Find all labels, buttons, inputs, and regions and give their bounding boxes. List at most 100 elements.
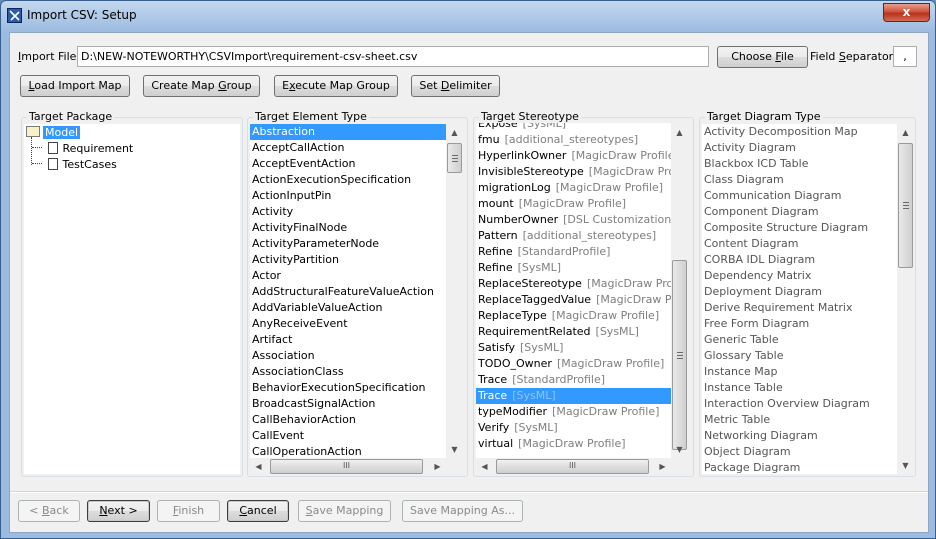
stereotype-vertical-scrollbar[interactable]: ▲ ▼	[671, 124, 688, 458]
diagram-type-vertical-scrollbar[interactable]: ▲ ▼	[897, 124, 914, 474]
create-map-group-button[interactable]: Create Map Group	[143, 75, 260, 97]
element-type-item[interactable]: Artifact	[250, 332, 446, 348]
target-stereotype-list[interactable]: Expose [SysML] fmu [additional_stereotypes]…	[476, 123, 671, 458]
cancel-button[interactable]: Cancel	[227, 500, 289, 522]
element-type-item[interactable]: Association	[250, 348, 446, 364]
save-mapping-as-button[interactable]: Save Mapping As...	[402, 500, 523, 522]
import-file-input[interactable]: D:\NEW-NOTEWORTHY\CSVImport\requirement-…	[77, 46, 709, 67]
scroll-thumb[interactable]	[898, 143, 913, 268]
element-type-item[interactable]: BroadcastSignalAction	[250, 396, 446, 412]
stereotype-item[interactable]: mount [MagicDraw Profile]	[476, 196, 671, 212]
diagram-type-item[interactable]: Object Diagram	[702, 444, 897, 460]
execute-map-group-button[interactable]: Execute Map Group	[274, 75, 398, 97]
back-button[interactable]: < Back	[18, 500, 80, 522]
stereotype-item[interactable]: RequirementRelated [SysML]	[476, 324, 671, 340]
diagram-type-item[interactable]: Networking Diagram	[702, 428, 897, 444]
stereotype-item[interactable]: fmu [additional_stereotypes]	[476, 132, 671, 148]
target-element-type-list[interactable]: Abstraction AcceptCallAction AcceptEventAc…	[250, 124, 446, 458]
element-type-item[interactable]: ActionInputPin	[250, 188, 446, 204]
finish-button[interactable]: Finish	[157, 500, 220, 522]
scroll-up-icon[interactable]: ▲	[671, 124, 688, 141]
stereotype-item[interactable]: Trace [StandardProfile]	[476, 372, 671, 388]
diagram-type-item[interactable]: Metric Table	[702, 412, 897, 428]
stereotype-item[interactable]: Trace [SysML]	[476, 388, 671, 404]
diagram-type-item[interactable]: Composite Structure Diagram	[702, 220, 897, 236]
stereotype-item[interactable]: ReplaceTaggedValue [MagicDraw Profile]	[476, 292, 671, 308]
stereotype-item[interactable]: Expose [SysML]	[476, 123, 671, 132]
diagram-type-item[interactable]: Glossary Table	[702, 348, 897, 364]
stereotype-item[interactable]: HyperlinkOwner [MagicDraw Profile]	[476, 148, 671, 164]
scroll-thumb[interactable]	[672, 260, 687, 450]
element-type-horizontal-scrollbar[interactable]: ◀ III ▶	[250, 458, 446, 475]
stereotype-item[interactable]: InvisibleStereotype [MagicDraw Profile]	[476, 164, 671, 180]
next-button[interactable]: Next >	[87, 500, 150, 522]
element-type-item[interactable]: Actor	[250, 268, 446, 284]
element-type-item[interactable]: Activity	[250, 204, 446, 220]
scroll-left-icon[interactable]: ◀	[476, 458, 493, 475]
element-type-item[interactable]: CallEvent	[250, 428, 446, 444]
element-type-item[interactable]: BehaviorExecutionSpecification	[250, 380, 446, 396]
element-type-item[interactable]: AnyReceiveEvent	[250, 316, 446, 332]
diagram-type-item[interactable]: Instance Map	[702, 364, 897, 380]
element-type-vertical-scrollbar[interactable]: ▲ ▼	[446, 124, 463, 458]
stereotype-item[interactable]: migrationLog [MagicDraw Profile]	[476, 180, 671, 196]
title-bar[interactable]: Import CSV: Setup x	[1, 1, 936, 31]
horizontal-scroll-thumb[interactable]: III	[270, 459, 423, 474]
stereotype-item[interactable]: TODO_Owner [MagicDraw Profile]	[476, 356, 671, 372]
choose-file-button[interactable]: Choose File	[717, 46, 808, 68]
element-type-item[interactable]: CallBehaviorAction	[250, 412, 446, 428]
element-type-item[interactable]: AssociationClass	[250, 364, 446, 380]
load-import-map-button[interactable]: Load Import Map	[20, 75, 130, 97]
scroll-up-icon[interactable]: ▲	[897, 124, 914, 141]
stereotype-item[interactable]: Refine [SysML]	[476, 260, 671, 276]
stereotype-item[interactable]: Verify [SysML]	[476, 420, 671, 436]
diagram-type-item[interactable]: Component Diagram	[702, 204, 897, 220]
element-type-item[interactable]: ActivityPartition	[250, 252, 446, 268]
stereotype-item[interactable]: virtual [MagicDraw Profile]	[476, 436, 671, 452]
tree-node-testcases[interactable]: TestCases	[32, 157, 117, 173]
save-mapping-button[interactable]: Save Mapping	[298, 500, 391, 522]
element-type-item[interactable]: Abstraction	[250, 124, 446, 140]
scroll-up-icon[interactable]: ▲	[446, 124, 463, 141]
element-type-item[interactable]: CallOperationAction	[250, 444, 446, 458]
close-button[interactable]: x	[883, 3, 930, 22]
tree-node-model[interactable]: Model	[26, 125, 81, 141]
diagram-type-item[interactable]: Derive Requirement Matrix	[702, 300, 897, 316]
element-type-item[interactable]: ActivityParameterNode	[250, 236, 446, 252]
target-package-tree[interactable]: Model Requirement TestCases	[24, 124, 240, 474]
scroll-thumb[interactable]	[447, 143, 462, 173]
target-diagram-type-list[interactable]: Activity Decomposition Map Activity Diagr…	[702, 124, 897, 474]
stereotype-horizontal-scrollbar[interactable]: ◀ III ▶	[476, 458, 671, 475]
element-type-item[interactable]: AddStructuralFeatureValueAction	[250, 284, 446, 300]
scroll-down-icon[interactable]: ▼	[671, 441, 688, 458]
stereotype-item[interactable]: NumberOwner [DSL Customization]	[476, 212, 671, 228]
stereotype-item[interactable]: ReplaceType [MagicDraw Profile]	[476, 308, 671, 324]
scroll-right-icon[interactable]: ▶	[429, 458, 446, 475]
stereotype-item[interactable]: typeModifier [MagicDraw Profile]	[476, 404, 671, 420]
scroll-down-icon[interactable]: ▼	[897, 457, 914, 474]
element-type-item[interactable]: AcceptCallAction	[250, 140, 446, 156]
diagram-type-item[interactable]: Content Diagram	[702, 236, 897, 252]
diagram-type-item[interactable]: Interaction Overview Diagram	[702, 396, 897, 412]
scroll-right-icon[interactable]: ▶	[654, 458, 671, 475]
set-delimiter-button[interactable]: Set Delimiter	[411, 75, 500, 97]
tree-node-requirement[interactable]: Requirement	[32, 141, 133, 157]
diagram-type-item[interactable]: Activity Diagram	[702, 140, 897, 156]
diagram-type-item[interactable]: Instance Table	[702, 380, 897, 396]
field-separator-input[interactable]: ,	[893, 46, 917, 67]
diagram-type-item[interactable]: Class Diagram	[702, 172, 897, 188]
diagram-type-item[interactable]: Generic Table	[702, 332, 897, 348]
diagram-type-item[interactable]: Free Form Diagram	[702, 316, 897, 332]
scroll-left-icon[interactable]: ◀	[250, 458, 267, 475]
element-type-item[interactable]: AcceptEventAction	[250, 156, 446, 172]
diagram-type-item[interactable]: Blackbox ICD Table	[702, 156, 897, 172]
horizontal-scroll-thumb[interactable]: III	[496, 459, 649, 474]
stereotype-item[interactable]: Pattern [additional_stereotypes]	[476, 228, 671, 244]
diagram-type-item[interactable]: Activity Decomposition Map	[702, 124, 897, 140]
scroll-down-icon[interactable]: ▼	[446, 441, 463, 458]
element-type-item[interactable]: AddVariableValueAction	[250, 300, 446, 316]
stereotype-item[interactable]: Refine [StandardProfile]	[476, 244, 671, 260]
stereotype-item[interactable]: Satisfy [SysML]	[476, 340, 671, 356]
diagram-type-item[interactable]: Communication Diagram	[702, 188, 897, 204]
element-type-item[interactable]: ActionExecutionSpecification	[250, 172, 446, 188]
